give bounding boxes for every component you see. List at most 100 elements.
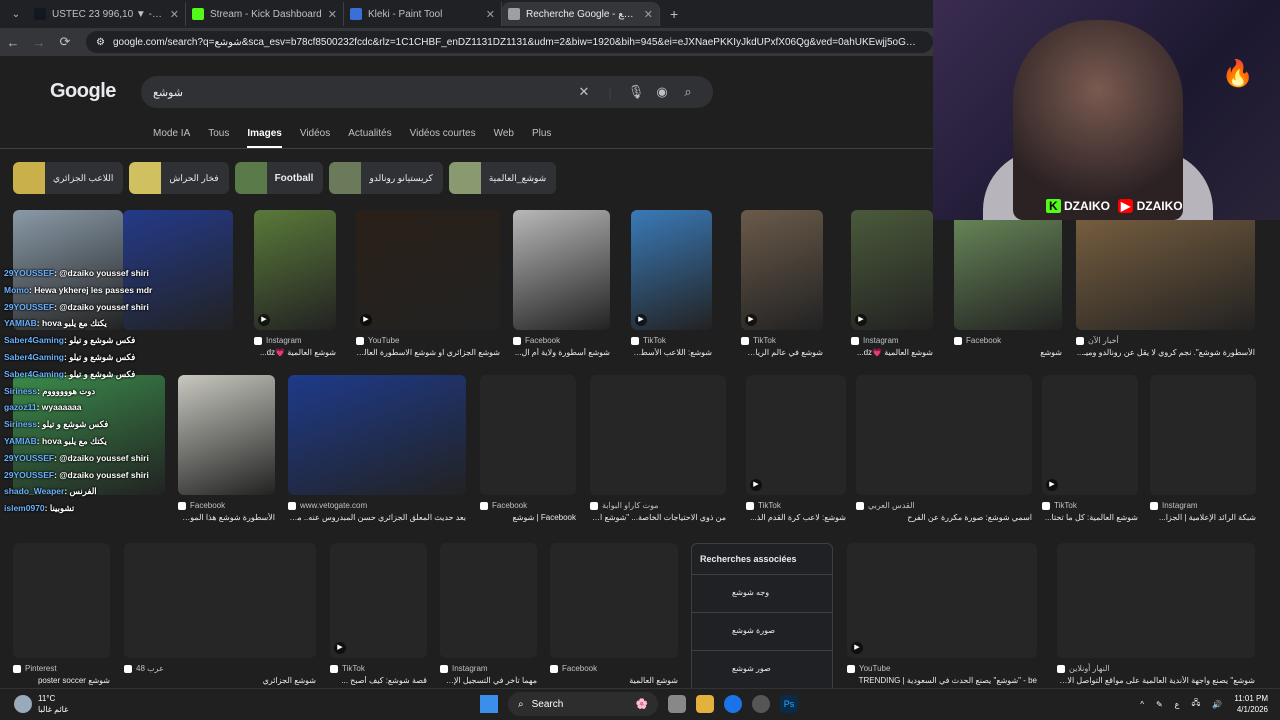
image-source[interactable]: TikTok (631, 336, 666, 345)
image-result[interactable] (1076, 210, 1255, 330)
image-placeholder[interactable]: ▶ (330, 543, 427, 658)
photoshop-icon[interactable]: Ps (780, 695, 798, 713)
volume-icon[interactable]: 🔊 (1212, 700, 1222, 709)
image-source[interactable]: TikTok (741, 336, 776, 345)
image-caption[interactable]: شوشع poster soccer (13, 676, 110, 685)
image-source[interactable]: النهار أونلاين (1057, 664, 1110, 673)
image-caption[interactable]: اسمي شوشع: صورة مكررة عن الفرح (856, 513, 1032, 522)
browser-tab[interactable]: Stream - Kick Dashboard ✕ (186, 2, 344, 26)
site-info-icon[interactable]: ⚙ (96, 37, 105, 48)
image-placeholder[interactable]: ▶ (1042, 375, 1138, 495)
image-placeholder[interactable] (1057, 543, 1255, 658)
image-placeholder[interactable] (440, 543, 537, 658)
image-caption[interactable]: شوشع" يصنع واجهة الأندية العالمية على مو… (1057, 676, 1255, 685)
file-explorer-icon[interactable] (696, 695, 714, 713)
image-result[interactable]: ▶ (741, 210, 823, 330)
image-caption[interactable]: شوشع العالمية 💗dz... (254, 348, 336, 357)
image-placeholder[interactable] (856, 375, 1032, 495)
image-placeholder[interactable] (480, 375, 576, 495)
image-placeholder[interactable] (13, 543, 110, 658)
image-caption[interactable]: قصة شوشع: كيف أصبح ... (330, 676, 427, 685)
image-caption[interactable]: الأسطورة شوشع هذا الموسـ... (178, 513, 275, 522)
browser-tab[interactable]: USTEC 23 996,10 ▼ -0,04% Un ✕ (28, 2, 186, 26)
tab-close-icon[interactable]: ✕ (170, 8, 179, 21)
image-source[interactable]: Instagram (851, 336, 899, 345)
reload-icon[interactable]: ⟳ (52, 34, 78, 50)
task-view-icon[interactable] (668, 695, 686, 713)
image-source[interactable]: Instagram (440, 664, 488, 673)
image-result[interactable] (288, 375, 466, 495)
image-source[interactable]: www.vetogate.com (288, 501, 367, 510)
network-icon[interactable]: 🖧 (1191, 697, 1200, 711)
language-indicator[interactable]: ع (1175, 700, 1180, 709)
image-source[interactable]: موت كاراو البوابة (590, 501, 659, 510)
image-caption[interactable]: be - "شوشع" يصنع الحدث في السعودية | TRE… (847, 676, 1037, 685)
image-source[interactable]: أخبار الآن (1076, 336, 1119, 345)
windows-start-icon[interactable] (480, 695, 498, 713)
new-tab-icon[interactable]: + (670, 6, 678, 22)
image-placeholder[interactable] (590, 375, 726, 495)
refinement-chip[interactable]: فخار الحراش (129, 162, 229, 194)
image-result[interactable] (954, 210, 1062, 330)
image-placeholder[interactable] (124, 543, 316, 658)
image-caption[interactable]: مهما تأخر في التسجيل الإس... (440, 676, 537, 685)
related-search-item[interactable]: وجه شوشع (692, 574, 832, 612)
search-tab[interactable]: Plus (532, 128, 551, 148)
search-input[interactable]: شوشع (153, 86, 571, 99)
search-tab[interactable]: Vidéos courtes (410, 128, 476, 148)
image-source[interactable]: YouTube (356, 336, 399, 345)
lens-icon[interactable]: ◉ (649, 84, 675, 100)
image-source[interactable]: Facebook (480, 501, 527, 510)
refinement-chip[interactable]: كريستيانو رونالدو (329, 162, 443, 194)
back-icon[interactable]: ← (0, 35, 26, 50)
image-caption[interactable]: Facebook | شوشع (480, 513, 576, 522)
image-result[interactable]: ▶ (851, 210, 933, 330)
forward-icon[interactable]: → (26, 35, 52, 50)
tab-close-icon[interactable]: ✕ (486, 8, 495, 21)
google-logo[interactable]: Google (50, 80, 116, 103)
obs-icon[interactable] (752, 695, 770, 713)
image-caption[interactable]: شوشع العالمية 💗dz... (851, 348, 933, 357)
search-tab[interactable]: Vidéos (300, 128, 330, 148)
chevron-up-icon[interactable]: ^ (1140, 700, 1144, 709)
search-tab[interactable]: Actualités (348, 128, 391, 148)
refinement-chip[interactable]: اللاعب الجزائري (13, 162, 124, 194)
image-source[interactable]: عرب 48 (124, 664, 164, 673)
image-result[interactable]: ▶ (356, 210, 500, 330)
image-caption[interactable]: الأسطورة شوشع". نجم كروي لا يقل عن رونال… (1076, 348, 1255, 357)
search-box[interactable]: شوشع ✕ | 🎙 ◉ ⌕ (141, 76, 713, 108)
tab-close-icon[interactable]: ✕ (644, 8, 653, 21)
image-source[interactable]: Instagram (254, 336, 302, 345)
image-placeholder[interactable] (550, 543, 678, 658)
image-result[interactable]: ▶ (254, 210, 336, 330)
image-result[interactable] (513, 210, 610, 330)
image-result[interactable] (178, 375, 275, 495)
image-result[interactable]: ▶ (631, 210, 712, 330)
browser-tab[interactable]: Kleki - Paint Tool ✕ (344, 2, 502, 26)
browser-tab[interactable]: Recherche Google - شوشع ✕ (502, 2, 660, 26)
pen-icon[interactable]: ✎ (1156, 700, 1163, 709)
image-source[interactable]: TikTok (1042, 501, 1077, 510)
image-source[interactable]: Facebook (178, 501, 225, 510)
chrome-icon[interactable] (724, 695, 742, 713)
image-caption[interactable]: شبكة الرائد الإعلامية | الجزا... (1150, 513, 1256, 522)
search-tab[interactable]: Tous (208, 128, 229, 148)
clock[interactable]: 11:01 PM 4/1/2026 (1234, 693, 1268, 715)
image-caption[interactable]: شوشع أسطورة ولاية أم ال... (513, 348, 610, 357)
image-source[interactable]: Facebook (954, 336, 1001, 345)
image-caption[interactable]: شوشع في عالم الرياضة: ك... (741, 348, 823, 357)
search-tab[interactable]: Images (247, 128, 282, 148)
taskbar-search[interactable]: ⌕ Search 🌸 (508, 692, 658, 716)
clear-icon[interactable]: ✕ (571, 84, 597, 100)
image-caption[interactable]: شوشع (954, 348, 1062, 357)
image-source[interactable]: TikTok (330, 664, 365, 673)
image-caption[interactable]: شوشع الجزائري (124, 676, 316, 685)
image-caption[interactable]: من ذوي الاحتياجات الخاصة... "شوشع الع... (590, 513, 726, 522)
image-source[interactable]: Instagram (1150, 501, 1198, 510)
image-caption[interactable]: شوشع: اللاعب الأسطورة ... (631, 348, 712, 357)
image-placeholder[interactable]: ▶ (847, 543, 1037, 658)
related-search-item[interactable]: صورة شوشع (692, 612, 832, 650)
microphone-icon[interactable]: 🎙 (623, 84, 649, 100)
image-caption[interactable]: شوشع العالمية (550, 676, 678, 685)
image-source[interactable]: القدس العربي (856, 501, 915, 510)
